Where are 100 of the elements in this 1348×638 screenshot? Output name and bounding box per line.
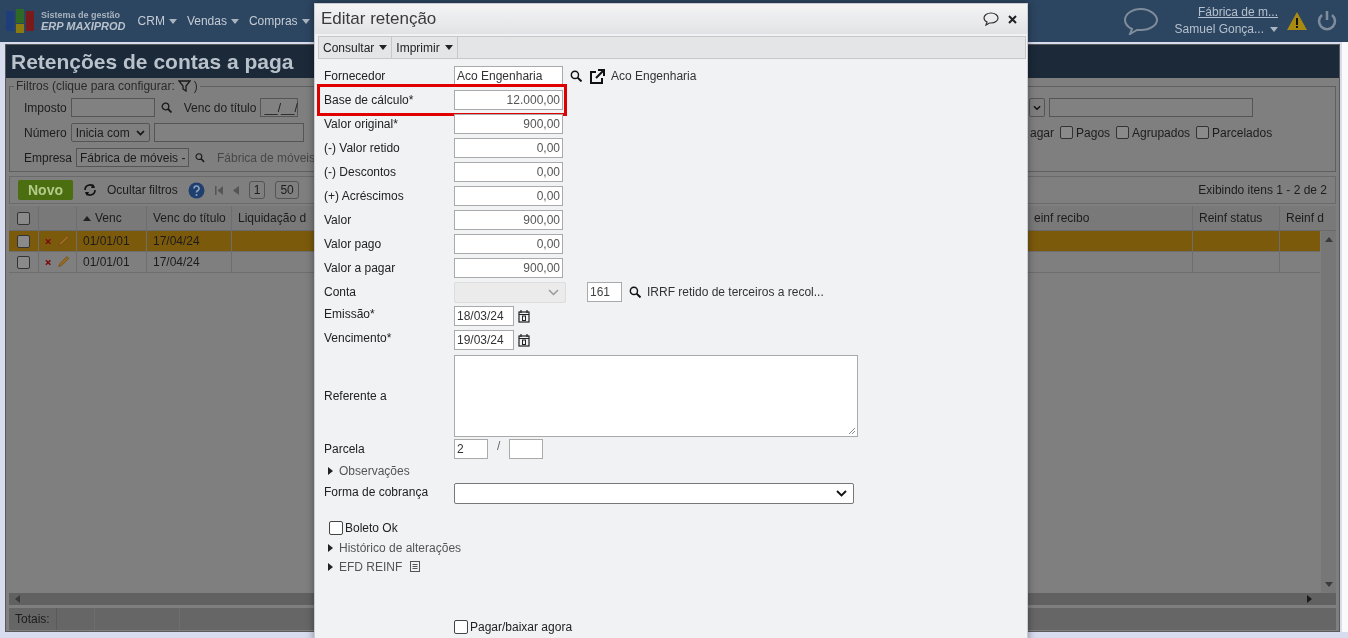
- funnel-icon[interactable]: [177, 80, 191, 92]
- section-toggle[interactable]: Observações: [324, 463, 410, 478]
- input-field[interactable]: 0,00: [454, 234, 563, 254]
- text-area[interactable]: [454, 355, 858, 437]
- comment-icon[interactable]: [983, 12, 999, 26]
- field-label: (+) Acréscimos: [324, 189, 405, 203]
- first-page-icon[interactable]: [214, 185, 223, 195]
- date-field[interactable]: 18/03/24: [454, 306, 514, 326]
- table-cell: 01/01/01: [77, 231, 147, 251]
- menu-item[interactable]: Compras: [248, 14, 310, 28]
- installment-total-field[interactable]: [509, 439, 544, 459]
- caret-icon: [379, 45, 388, 50]
- chevron-icon: [548, 288, 559, 296]
- horizontal-scrollbar[interactable]: [9, 593, 314, 605]
- dialog-menu-button[interactable]: Consultar: [319, 37, 393, 58]
- select-all-checkbox[interactable]: [17, 211, 30, 225]
- page-size-select[interactable]: 50: [275, 181, 299, 199]
- search-icon[interactable]: [570, 70, 582, 82]
- caret-icon: [1270, 27, 1278, 32]
- payment-method-select[interactable]: [454, 483, 854, 504]
- sort-arrow-icon: [83, 215, 91, 221]
- chat-icon[interactable]: [1122, 7, 1159, 35]
- vertical-scrollbar[interactable]: [1321, 231, 1336, 593]
- menu-item[interactable]: CRM: [137, 14, 177, 28]
- column-header[interactable]: Venc do título: [147, 206, 232, 230]
- pencil-icon[interactable]: [57, 255, 70, 269]
- scroll-right-icon[interactable]: [1307, 595, 1312, 603]
- separator: /: [497, 438, 501, 453]
- installment-field[interactable]: 2: [454, 439, 488, 459]
- row-checkbox[interactable]: [17, 234, 30, 248]
- company-field[interactable]: Fábrica de móveis -: [76, 148, 190, 167]
- column-header[interactable]: Reinf status: [1193, 206, 1280, 230]
- horizontal-scrollbar[interactable]: [1028, 593, 1336, 605]
- external-link-icon[interactable]: [589, 68, 605, 84]
- account-name: IRRF retido de terceiros a recol...: [647, 285, 824, 299]
- field-label: Emissão*: [324, 306, 376, 321]
- menu-item[interactable]: Vendas: [186, 14, 239, 28]
- date-field[interactable]: __/__/: [260, 98, 299, 117]
- scroll-up-icon[interactable]: [1324, 237, 1333, 242]
- filter-label: Imposto: [24, 100, 67, 115]
- calendar-icon[interactable]: [518, 333, 530, 347]
- filter-label: Empresa: [24, 150, 73, 165]
- section-toggle[interactable]: Histórico de alterações: [324, 540, 462, 555]
- close-icon[interactable]: [1008, 14, 1017, 24]
- search-icon[interactable]: [629, 286, 641, 298]
- input-field[interactable]: 0,00: [454, 186, 563, 206]
- column-header[interactable]: Venc: [77, 206, 147, 230]
- field-label: Fornecedor: [324, 69, 387, 83]
- document-icon[interactable]: [410, 561, 421, 572]
- field-label: Valor pago: [324, 237, 383, 251]
- delete-icon[interactable]: [45, 237, 52, 245]
- input-field[interactable]: 900,00: [454, 210, 563, 230]
- delete-icon[interactable]: [45, 258, 52, 266]
- input-field[interactable]: 12.000,00: [454, 90, 563, 110]
- chevron-icon: [1033, 104, 1041, 111]
- input-field[interactable]: 900,00: [454, 114, 563, 134]
- row-checkbox[interactable]: [17, 255, 30, 269]
- table-cell: 17/04/24: [147, 252, 232, 272]
- user-menu[interactable]: Samuel Gonça...: [1174, 21, 1278, 38]
- triangle-icon: [328, 562, 333, 571]
- refresh-icon[interactable]: [83, 184, 97, 196]
- status-checkbox[interactable]: Agrupados: [1116, 125, 1191, 140]
- scroll-down-icon[interactable]: [1324, 582, 1333, 587]
- power-icon[interactable]: [1316, 10, 1338, 32]
- company-link[interactable]: Fábrica de m...: [1197, 4, 1278, 21]
- resize-grip-icon[interactable]: [848, 427, 856, 435]
- column-header[interactable]: Liquidação d: [232, 206, 314, 230]
- hide-filters-button[interactable]: Ocultar filtros: [107, 183, 178, 197]
- scroll-left-icon[interactable]: [15, 595, 20, 603]
- dialog-menu-button[interactable]: Imprimir: [392, 37, 458, 58]
- tax-field[interactable]: [70, 98, 155, 117]
- section-toggle[interactable]: EFD REINF: [324, 559, 403, 574]
- input-field[interactable]: Aco Engenharia: [454, 66, 563, 86]
- field-label: Valor: [324, 213, 353, 227]
- filter-legend: Filtros (clique para configurar:: [16, 79, 175, 93]
- caret-icon: [230, 18, 239, 24]
- filter-select[interactable]: [1029, 98, 1045, 117]
- input-field[interactable]: 0,00: [454, 138, 563, 158]
- status-checkbox[interactable]: Parcelados: [1196, 125, 1273, 140]
- filter-field[interactable]: [1049, 98, 1253, 117]
- table-cell: 17/04/24: [147, 231, 232, 251]
- page-number-field[interactable]: 1: [248, 181, 266, 199]
- match-select[interactable]: Inicia com: [70, 123, 150, 142]
- help-icon[interactable]: [187, 181, 205, 199]
- warning-icon[interactable]: [1286, 11, 1308, 31]
- calendar-icon[interactable]: [518, 309, 530, 323]
- previous-page-icon[interactable]: [232, 185, 239, 195]
- field-label: (-) Valor retido: [324, 141, 401, 155]
- field-label: Parcela: [324, 442, 366, 456]
- field-label: Base de cálculo*: [324, 93, 415, 107]
- input-field[interactable]: 900,00: [454, 258, 563, 278]
- new-button[interactable]: Novo: [18, 180, 73, 200]
- checkbox[interactable]: Boleto Ok: [329, 521, 398, 535]
- status-checkbox[interactable]: Pagos: [1060, 125, 1111, 140]
- filter-label: Número: [24, 125, 67, 140]
- checkbox[interactable]: Pagar/baixar agora: [454, 620, 573, 634]
- number-field[interactable]: [153, 123, 304, 142]
- date-field[interactable]: 19/03/24: [454, 330, 514, 350]
- table-row[interactable]: 01/01/01 17/04/24: [9, 252, 314, 273]
- input-field[interactable]: 0,00: [454, 162, 563, 182]
